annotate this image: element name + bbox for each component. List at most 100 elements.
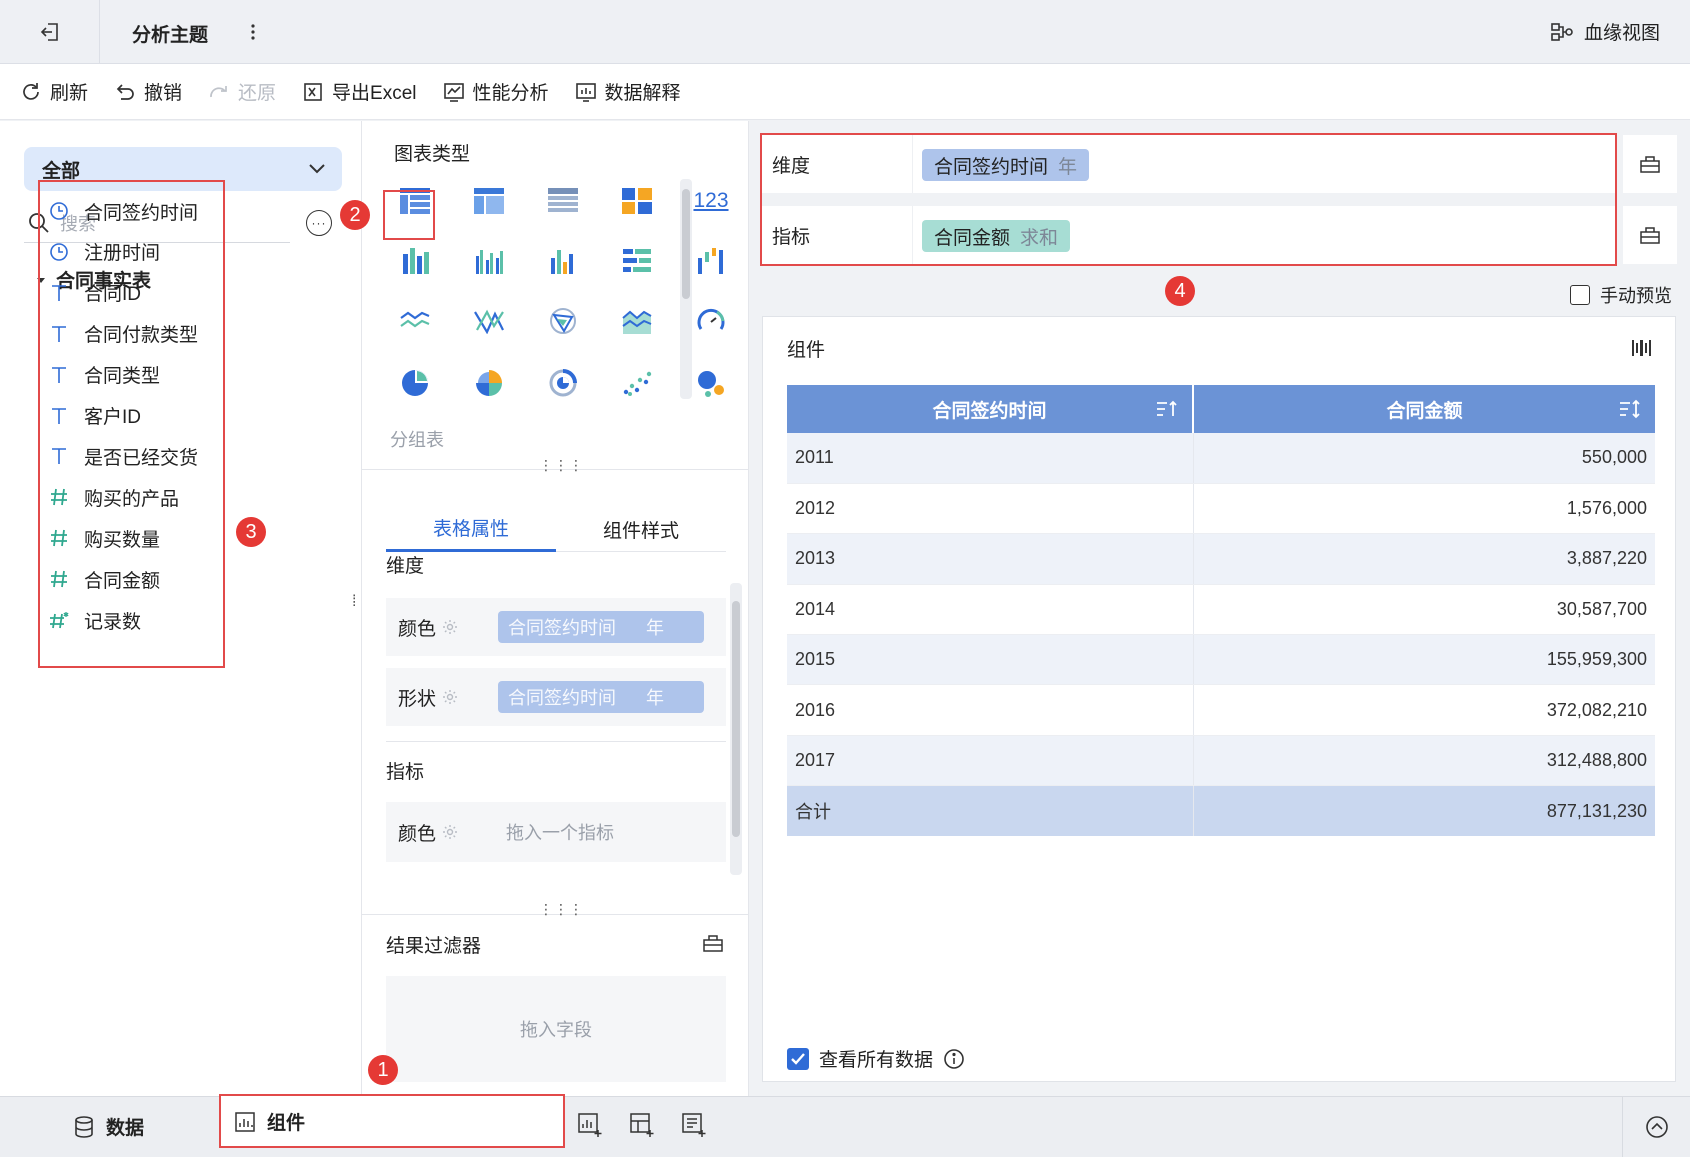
- gear-icon[interactable]: [442, 824, 458, 840]
- chart-type-cross-table[interactable]: [538, 179, 588, 223]
- annotation-badge-4: 4: [1165, 276, 1195, 306]
- performance-button[interactable]: 性能分析: [443, 78, 549, 105]
- chart-type-waterfall[interactable]: [686, 239, 736, 283]
- component-preview: 组件 合同签约时间 合同金额 2011 550,000 2012 1,576,000 2…: [762, 316, 1676, 1082]
- filter-drop-zone[interactable]: 拖入字段: [386, 976, 726, 1082]
- clock-icon: [48, 200, 70, 222]
- manual-preview-checkbox[interactable]: [1570, 285, 1590, 305]
- drag-handle-icon[interactable]: ⋮⋮⋮: [539, 901, 584, 918]
- column-header-amount[interactable]: 合同金额: [1193, 385, 1655, 433]
- info-icon[interactable]: [943, 1048, 965, 1070]
- drag-handle-icon[interactable]: ⋮⋮⋮: [539, 457, 584, 474]
- redo-button[interactable]: 还原: [208, 78, 276, 105]
- chart-type-pie[interactable]: [390, 361, 440, 405]
- add-text-component-icon[interactable]: [681, 1112, 707, 1138]
- chart-type-dashboard[interactable]: [612, 179, 662, 223]
- field-item[interactable]: 客户ID: [48, 401, 141, 431]
- chart-type-scatter[interactable]: [612, 361, 662, 405]
- table-row[interactable]: 2014 30,587,700: [787, 584, 1655, 636]
- chart-type-kpi[interactable]: 123: [686, 179, 736, 223]
- sort-icon[interactable]: [1619, 399, 1641, 419]
- chart-type-radar[interactable]: [538, 299, 588, 343]
- cell-amount: 372,082,210: [1193, 684, 1655, 736]
- top-bar: 分析主题 血缘视图: [0, 0, 1690, 64]
- cell-year: 2015: [787, 634, 1194, 686]
- gear-icon[interactable]: [442, 619, 458, 635]
- data-explain-button[interactable]: 数据解释: [575, 78, 681, 105]
- chart-type-multi-bar[interactable]: [390, 239, 440, 283]
- metric-drop-placeholder[interactable]: 拖入一个指标: [506, 819, 614, 845]
- add-filter-component-icon[interactable]: [629, 1112, 655, 1138]
- chart-type-rose[interactable]: [464, 361, 514, 405]
- scroll-thumb[interactable]: [682, 189, 690, 299]
- color-dimension-pill[interactable]: 合同签约时间 年: [498, 611, 704, 643]
- color-label: 颜色: [398, 618, 437, 640]
- add-chart-icon[interactable]: [577, 1112, 603, 1138]
- barcode-icon[interactable]: [1631, 337, 1653, 359]
- field-item[interactable]: 合同付款类型: [48, 319, 198, 349]
- table-row[interactable]: 2013 3,887,220: [787, 533, 1655, 585]
- undo-button[interactable]: 撤销: [114, 78, 182, 105]
- tab-component-style[interactable]: 组件样式: [556, 506, 726, 552]
- chart-type-scrollbar[interactable]: [680, 179, 692, 399]
- manual-preview-toggle[interactable]: 手动预览: [1570, 282, 1672, 308]
- field-item[interactable]: 合同类型: [48, 360, 160, 390]
- column-header-date[interactable]: 合同签约时间: [787, 385, 1194, 433]
- collapse-up-icon[interactable]: [1645, 1115, 1669, 1139]
- view-all-data-toggle[interactable]: 查看所有数据: [787, 1045, 965, 1072]
- kpi-number-icon: 123: [693, 189, 729, 212]
- shape-dimension-pill[interactable]: 合同签约时间 年: [498, 681, 704, 713]
- chart-type-detail-table[interactable]: [464, 179, 514, 223]
- chart-type-grouped-bar[interactable]: [464, 239, 514, 283]
- chart-type-line[interactable]: [390, 299, 440, 343]
- table-row[interactable]: 2016 372,082,210: [787, 684, 1655, 736]
- sort-ascending-icon[interactable]: [1156, 399, 1178, 419]
- chart-type-color-bar[interactable]: [538, 239, 588, 283]
- metric-settings-button[interactable]: [1623, 206, 1677, 264]
- ring-chart-icon: [549, 369, 577, 397]
- gear-icon[interactable]: [442, 689, 458, 705]
- field-item[interactable]: 合同ID: [48, 278, 141, 308]
- refresh-button[interactable]: 刷新: [20, 78, 88, 105]
- dimension-settings-button[interactable]: [1623, 135, 1677, 193]
- field-item[interactable]: 是否已经交货: [48, 441, 198, 471]
- lineage-view-button[interactable]: 血缘视图: [1550, 18, 1660, 45]
- shape-label: 形状: [398, 688, 437, 710]
- tab-component-label: 组件: [267, 1113, 306, 1134]
- chart-type-bubble[interactable]: [686, 361, 736, 405]
- annotation-badge-3: 3: [236, 517, 266, 547]
- filter-settings-icon[interactable]: [702, 933, 724, 953]
- field-item[interactable]: 合同金额: [48, 564, 160, 594]
- field-item[interactable]: 购买的产品: [48, 482, 179, 512]
- undo-label: 撤销: [144, 83, 183, 104]
- chart-type-area[interactable]: [612, 299, 662, 343]
- export-excel-button[interactable]: 导出Excel: [302, 78, 417, 105]
- tab-data[interactable]: 数据: [74, 1113, 144, 1140]
- database-icon: [75, 1115, 93, 1138]
- color-dimension-row: 颜色 合同签约时间 年: [386, 598, 726, 656]
- chart-type-horizontal-bar[interactable]: [612, 239, 662, 283]
- field-item[interactable]: 购买数量: [48, 523, 160, 553]
- more-menu-button[interactable]: [246, 20, 260, 44]
- table-row[interactable]: 2011 550,000: [787, 433, 1655, 484]
- tab-table-properties[interactable]: 表格属性: [386, 506, 556, 552]
- panel-resize-handle-icon[interactable]: ⁞: [352, 593, 356, 611]
- exit-button[interactable]: [0, 0, 100, 64]
- table-row[interactable]: 2017 312,488,800: [787, 735, 1655, 787]
- cell-amount: 155,959,300: [1193, 634, 1655, 686]
- tab-component[interactable]: 组件: [219, 1094, 565, 1148]
- chart-type-radar-line[interactable]: [464, 299, 514, 343]
- field-item[interactable]: 注册时间: [48, 237, 160, 267]
- table-row[interactable]: 2012 1,576,000: [787, 483, 1655, 535]
- property-scrollbar[interactable]: [730, 583, 742, 875]
- chart-type-ring[interactable]: [538, 361, 588, 405]
- field-item[interactable]: 合同签约时间: [48, 196, 198, 226]
- field-more-button[interactable]: ···: [306, 210, 332, 236]
- table-row[interactable]: 2015 155,959,300: [787, 634, 1655, 686]
- tab-data-label: 数据: [106, 1118, 145, 1139]
- field-item[interactable]: 记录数: [48, 605, 141, 635]
- chart-type-gauge[interactable]: [686, 299, 736, 343]
- data-explain-icon: [575, 82, 596, 102]
- scroll-thumb[interactable]: [732, 601, 740, 837]
- view-all-checkbox[interactable]: [787, 1047, 809, 1070]
